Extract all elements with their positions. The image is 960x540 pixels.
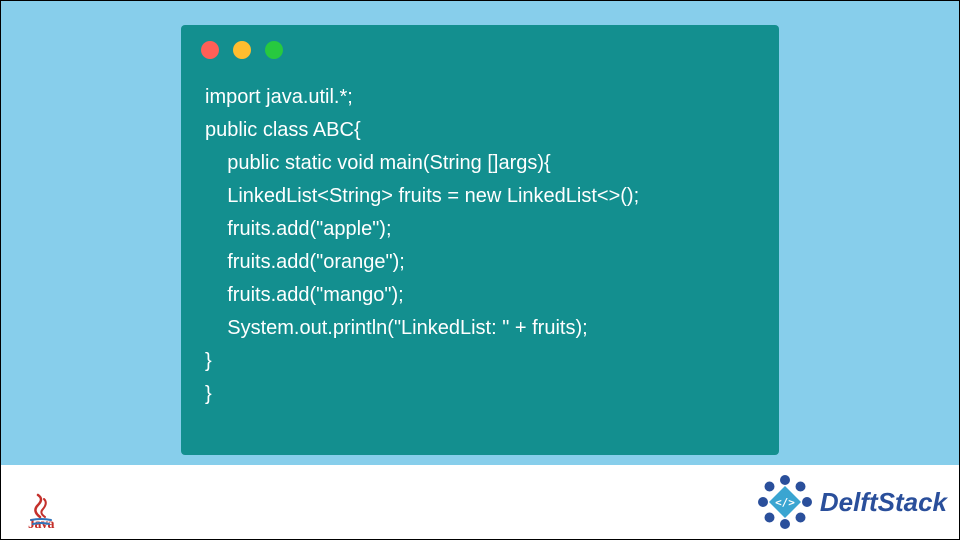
traffic-lights <box>181 25 779 69</box>
delftstack-label: DelftStack <box>820 487 947 518</box>
delftstack-logo: </> DelftStack <box>756 473 947 531</box>
close-dot <box>201 41 219 59</box>
java-steam-icon <box>26 493 56 519</box>
code-block: import java.util.*; public class ABC{ pu… <box>181 69 779 411</box>
svg-text:</>: </> <box>775 496 795 509</box>
code-window: import java.util.*; public class ABC{ pu… <box>181 25 779 455</box>
minimize-dot <box>233 41 251 59</box>
maximize-dot <box>265 41 283 59</box>
footer-strip: Java </> <box>1 465 959 539</box>
java-logo: Java <box>13 465 69 533</box>
delftstack-emblem-icon: </> <box>756 473 814 531</box>
